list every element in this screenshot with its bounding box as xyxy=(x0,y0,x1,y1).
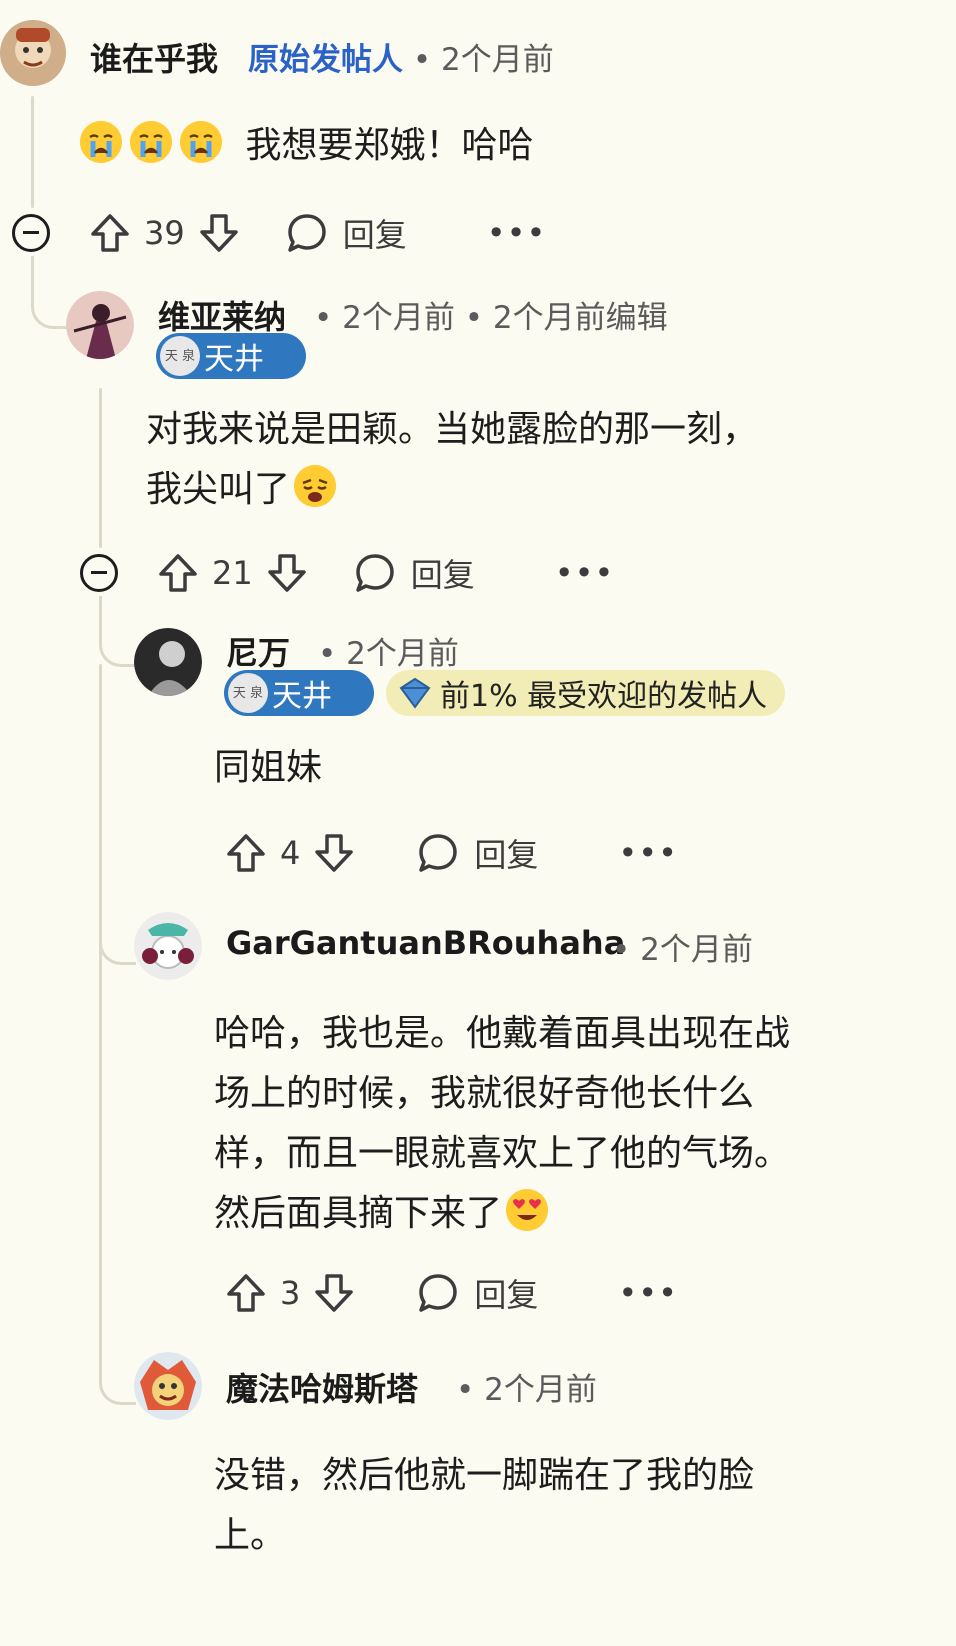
thread-elbow-reply-3 xyxy=(99,1320,136,1405)
comment-time: 2个月前 xyxy=(346,636,459,672)
meta-dot: • xyxy=(318,636,347,672)
reply-label: 回复 xyxy=(474,836,539,874)
avatar[interactable] xyxy=(0,20,66,86)
thread-elbow-root-reply xyxy=(31,256,68,329)
comment-actions: 3 回复 ••• xyxy=(224,1268,678,1318)
more-dots-icon[interactable]: ••• xyxy=(618,834,678,872)
weary-emoji xyxy=(294,465,337,507)
avatar[interactable] xyxy=(134,912,202,980)
thread-elbow-reply-1 xyxy=(99,596,136,667)
comment-body: 哈哈，我也是。他戴着面具出现在战 场上的时候，我就很好奇他长什么 样，而且一眼就… xyxy=(214,1004,790,1244)
thread-line-level1 xyxy=(99,388,102,548)
comment-body: 没错，然后他就一脚踹在了我的脸 上。 xyxy=(214,1446,754,1566)
meta-dot: • xyxy=(612,932,641,968)
username[interactable]: GarGantuanBRouhaha xyxy=(226,924,625,962)
comment-text-line: 上。 xyxy=(214,1515,287,1556)
thread-line-root xyxy=(31,96,34,208)
flair-text: 天井 xyxy=(272,679,332,714)
comment-meta: • 2个月前 • 2个月前编辑 xyxy=(314,292,668,337)
comment-body: 我想要郑娥！哈哈 xyxy=(80,116,533,176)
more-dots-icon[interactable]: ••• xyxy=(487,214,547,252)
reply-button[interactable]: 回复 xyxy=(416,830,538,876)
op-label: 原始发帖人 xyxy=(248,42,403,78)
upvote-arrow-icon[interactable] xyxy=(156,551,200,595)
comment-body: 同姐妹 xyxy=(214,738,322,798)
username[interactable]: 尼万 xyxy=(226,628,290,674)
comment-meta: 原始发帖人 • 2个月前 xyxy=(248,34,554,79)
flair-medal-icon: 天 泉 xyxy=(160,336,200,376)
edited-time: 2个月前编辑 xyxy=(492,300,668,336)
comment-time: 2个月前 xyxy=(640,932,753,968)
comment-time: 2个月前 xyxy=(342,300,455,336)
thread-line-level2 xyxy=(99,664,102,1324)
reply-button[interactable]: 回复 xyxy=(353,550,475,596)
comment-time: 2个月前 xyxy=(484,1372,597,1408)
collapse-minus-icon[interactable] xyxy=(80,554,118,592)
comment-text-line: 同姐妹 xyxy=(214,747,323,788)
username[interactable]: 谁在乎我 xyxy=(90,34,218,80)
reply-label: 回复 xyxy=(342,216,407,254)
comment-text-line: 场上的时候，我就很好奇他长什么 xyxy=(214,1073,755,1114)
avatar[interactable] xyxy=(134,1352,202,1420)
flair-text: 天井 xyxy=(204,342,264,377)
vote-count: 39 xyxy=(144,214,185,252)
heart-eyes-emoji xyxy=(506,1189,549,1231)
username[interactable]: 魔法哈姆斯塔 xyxy=(226,1364,418,1410)
user-flair: 天 泉 天井 xyxy=(156,333,306,379)
meta-dot: • xyxy=(456,1372,485,1408)
top-poster-badge: 前1% 最受欢迎的发帖人 xyxy=(386,670,786,716)
username[interactable]: 维亚莱纳 xyxy=(158,292,286,338)
comment-text-line: 我尖叫了 xyxy=(146,469,291,510)
downvote-arrow-icon[interactable] xyxy=(265,551,309,595)
badge-text: 前1% 最受欢迎的发帖人 xyxy=(440,679,768,714)
collapse-minus-icon[interactable] xyxy=(12,214,50,252)
user-flair: 天 泉 天井 xyxy=(224,670,374,716)
comment-time: 2个月前 xyxy=(441,42,554,78)
reply-button[interactable]: 回复 xyxy=(416,1270,538,1316)
comment-text-line: 没错，然后他就一脚踹在了我的脸 xyxy=(214,1455,755,1496)
comment-actions: 39 回复 ••• xyxy=(88,208,546,258)
speech-bubble-icon xyxy=(419,1274,458,1312)
avatar[interactable] xyxy=(66,291,134,359)
upvote-arrow-icon[interactable] xyxy=(224,1271,268,1315)
comment-body: 对我来说是田颖。当她露脸的那一刻， 我尖叫了 xyxy=(146,400,758,520)
vote-count: 21 xyxy=(212,554,253,592)
upvote-arrow-icon[interactable] xyxy=(88,211,132,255)
speech-bubble-icon xyxy=(419,834,458,872)
avatar[interactable] xyxy=(134,628,202,696)
comment-text-line: 样，而且一眼就喜欢上了他的气场。 xyxy=(214,1133,791,1174)
downvote-arrow-icon[interactable] xyxy=(312,831,356,875)
speech-bubble-icon xyxy=(355,554,394,592)
comment-meta: • 2个月前 xyxy=(456,1364,597,1409)
meta-dot: • xyxy=(314,300,343,336)
vote-count: 3 xyxy=(280,1274,301,1312)
more-dots-icon[interactable]: ••• xyxy=(555,554,615,592)
meta-dot: • xyxy=(412,42,441,78)
meta-dot: • xyxy=(464,300,493,336)
comment-actions: 4 回复 ••• xyxy=(224,828,678,878)
top-poster-badge-icon xyxy=(399,677,431,709)
comment-actions: 21 回复 ••• xyxy=(156,548,614,598)
flair-medal-icon: 天 泉 xyxy=(228,673,268,713)
comment-meta: • 2个月前 xyxy=(612,924,753,969)
comment-text-line: 然后面具摘下来了 xyxy=(214,1193,503,1234)
thread-elbow-reply-2 xyxy=(99,900,136,965)
speech-bubble-icon xyxy=(287,214,326,252)
reply-label: 回复 xyxy=(410,556,475,594)
comment-meta: • 2个月前 xyxy=(318,628,459,673)
reply-button[interactable]: 回复 xyxy=(285,210,407,256)
downvote-arrow-icon[interactable] xyxy=(197,211,241,255)
upvote-arrow-icon[interactable] xyxy=(224,831,268,875)
reply-label: 回复 xyxy=(474,1276,539,1314)
downvote-arrow-icon[interactable] xyxy=(312,1271,356,1315)
crying-emoji xyxy=(180,121,222,163)
comment-text-line: 哈哈，我也是。他戴着面具出现在战 xyxy=(214,1013,791,1054)
crying-emoji xyxy=(80,121,122,163)
comment-text: 我想要郑娥！哈哈 xyxy=(245,125,534,166)
crying-emoji xyxy=(130,121,172,163)
comment-text-line: 对我来说是田颖。当她露脸的那一刻， xyxy=(146,409,759,450)
vote-count: 4 xyxy=(280,834,301,872)
more-dots-icon[interactable]: ••• xyxy=(618,1274,678,1312)
